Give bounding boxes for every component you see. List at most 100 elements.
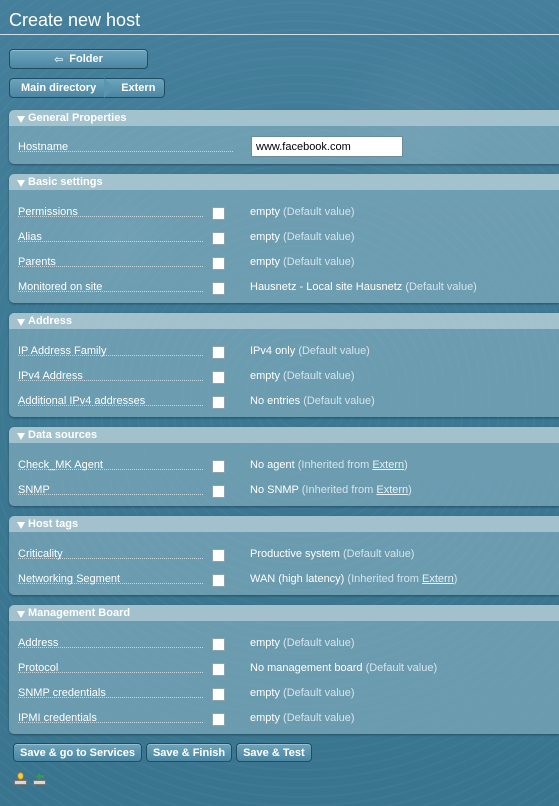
- row-value: empty: [250, 637, 280, 649]
- save-test-button[interactable]: Save & Test: [236, 743, 312, 762]
- row-criticality: Criticality Productive system (Default v…: [9, 544, 559, 564]
- row-additional-ipv4: Additional IPv4 addresses No entries (De…: [9, 391, 559, 411]
- row-note: (Default value): [283, 712, 355, 724]
- row-note: (Default value): [283, 206, 355, 218]
- page-title: Create new host: [9, 10, 141, 30]
- override-checkbox[interactable]: [212, 485, 225, 498]
- folder-button[interactable]: ⇦ Folder: [9, 49, 148, 69]
- row-note-end: ): [408, 484, 412, 496]
- row-permissions: Permissions empty (Default value): [9, 202, 559, 222]
- section-address: Address IP Address Family IPv4 only (Def…: [9, 313, 559, 417]
- override-checkbox[interactable]: [212, 549, 225, 562]
- row-label: SNMP credentials: [18, 687, 106, 699]
- row-label: Networking Segment: [18, 573, 121, 585]
- section-header-address[interactable]: Address: [9, 313, 559, 329]
- row-note: (Default value): [342, 548, 415, 560]
- row-value: empty: [250, 687, 280, 699]
- inherited-link[interactable]: Extern: [422, 573, 454, 585]
- row-label: Check_MK Agent: [18, 459, 103, 471]
- row-label: Alias: [18, 231, 42, 243]
- override-checkbox[interactable]: [212, 257, 225, 270]
- row-label: IPMI credentials: [18, 712, 97, 724]
- override-checkbox[interactable]: [212, 346, 225, 359]
- override-checkbox[interactable]: [212, 663, 225, 676]
- row-note-end: ): [404, 459, 408, 471]
- bottom-icons: [14, 772, 46, 785]
- row-note: (Default value): [303, 395, 375, 407]
- row-protocol: Protocol No management board (Default va…: [9, 658, 559, 678]
- row-label: IP Address Family: [18, 345, 107, 357]
- section-header-datasources[interactable]: Data sources: [9, 427, 559, 443]
- row-value: empty: [250, 370, 280, 382]
- override-checkbox[interactable]: [212, 207, 225, 220]
- override-checkbox[interactable]: [212, 371, 225, 384]
- section-data-sources: Data sources Check_MK Agent No agent (In…: [9, 427, 559, 506]
- row-ip-address-family: IP Address Family IPv4 only (Default val…: [9, 341, 559, 361]
- override-checkbox[interactable]: [212, 282, 225, 295]
- section-header-general[interactable]: General Properties: [9, 110, 559, 126]
- row-label: Protocol: [18, 662, 59, 674]
- override-checkbox[interactable]: [212, 396, 225, 409]
- row-note: (Default value): [298, 345, 370, 357]
- hostname-input[interactable]: [251, 136, 403, 157]
- section-title: Management Board: [28, 607, 131, 619]
- triangle-down-icon: [17, 521, 25, 529]
- row-note: (Default value): [283, 370, 355, 382]
- override-checkbox[interactable]: [212, 688, 225, 701]
- triangle-down-icon: [17, 179, 25, 187]
- override-checkbox[interactable]: [212, 460, 225, 473]
- row-checkmk-agent: Check_MK Agent No agent (Inherited from …: [9, 455, 559, 475]
- row-label: Permissions: [18, 206, 78, 218]
- override-checkbox[interactable]: [212, 232, 225, 245]
- row-ipmi-credentials: IPMI credentials empty (Default value): [9, 708, 559, 728]
- row-note: (Default value): [283, 637, 355, 649]
- breadcrumb-main-directory[interactable]: Main directory: [9, 78, 115, 98]
- row-parents: Parents empty (Default value): [9, 252, 559, 272]
- row-label: Criticality: [18, 548, 63, 560]
- breadcrumb: Main directory Extern: [9, 78, 166, 98]
- row-snmp: SNMP No SNMP (Inherited from Extern): [9, 480, 559, 500]
- row-label: Parents: [18, 256, 56, 268]
- section-title: Data sources: [28, 429, 98, 441]
- section-title: Host tags: [28, 518, 79, 530]
- row-note: (Default value): [283, 231, 355, 243]
- override-checkbox[interactable]: [212, 574, 225, 587]
- inherited-link[interactable]: Extern: [376, 484, 408, 496]
- title-divider: [0, 34, 559, 35]
- row-value: empty: [250, 231, 280, 243]
- row-value: empty: [250, 206, 280, 218]
- section-general-properties: General Properties Hostname: [9, 110, 559, 164]
- override-checkbox[interactable]: [212, 713, 225, 726]
- section-header-basic[interactable]: Basic settings: [9, 174, 559, 190]
- row-value: IPv4 only: [250, 345, 296, 357]
- row-value: empty: [250, 712, 280, 724]
- row-label: IPv4 Address: [18, 370, 83, 382]
- row-value: No entries: [250, 395, 301, 407]
- section-header-hosttags[interactable]: Host tags: [9, 516, 559, 532]
- host-icon[interactable]: [14, 772, 27, 785]
- section-title: Address: [28, 315, 73, 327]
- hostname-label: Hostname: [18, 141, 69, 153]
- row-value: No agent: [250, 459, 295, 471]
- arrow-left-icon: ⇦: [54, 53, 64, 66]
- row-note: (Default value): [365, 662, 438, 674]
- row-label: Monitored on site: [18, 281, 103, 293]
- row-monitored-on-site: Monitored on site Hausnetz - Local site …: [9, 277, 559, 297]
- save-finish-button[interactable]: Save & Finish: [145, 743, 233, 762]
- row-value: WAN (high latency): [250, 573, 345, 585]
- section-header-mgmt[interactable]: Management Board: [9, 605, 559, 621]
- row-note: (Inherited from: [347, 573, 419, 585]
- row-label: Additional IPv4 addresses: [18, 395, 146, 407]
- section-basic-settings: Basic settings Permissions empty (Defaul…: [9, 174, 559, 303]
- override-checkbox[interactable]: [212, 638, 225, 651]
- save-go-to-services-button[interactable]: Save & go to Services: [13, 743, 142, 762]
- network-icon[interactable]: [33, 772, 46, 785]
- section-management-board: Management Board Address empty (Default …: [9, 605, 559, 734]
- row-label: Address: [18, 637, 59, 649]
- row-value: No management board: [250, 662, 363, 674]
- row-mgmt-address: Address empty (Default value): [9, 633, 559, 653]
- section-title: General Properties: [28, 112, 127, 124]
- row-value: Productive system: [250, 548, 340, 560]
- triangle-down-icon: [17, 115, 25, 123]
- inherited-link[interactable]: Extern: [372, 459, 404, 471]
